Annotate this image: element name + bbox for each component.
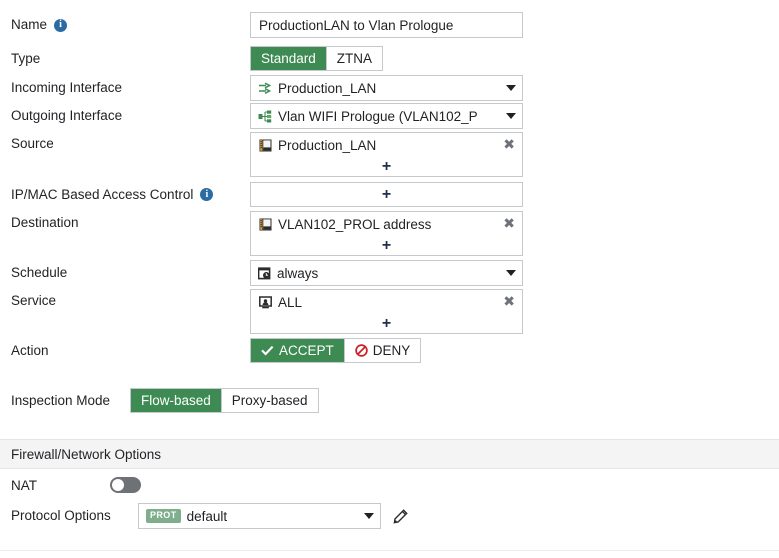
source-entry-name: Production_LAN (278, 138, 497, 153)
nat-label: NAT (0, 477, 110, 495)
destination-entry[interactable]: VLAN102_PROL address ✖ (251, 212, 522, 236)
row-destination: Destination (0, 211, 779, 256)
source-entry-remove-icon[interactable]: ✖ (503, 138, 515, 152)
ipmac-box: + (250, 182, 523, 207)
action-option-deny[interactable]: DENY (345, 339, 421, 362)
inspection-mode-option-flow-based[interactable]: Flow-based (131, 389, 222, 412)
pencil-icon[interactable] (393, 509, 408, 524)
row-action: Action ACCEPT (0, 338, 779, 363)
service-entry[interactable]: ALL ✖ (251, 290, 522, 314)
inspection-mode-label-text: Inspection Mode (11, 392, 110, 410)
ipmac-add-button[interactable]: + (251, 183, 522, 206)
source-label: Source (0, 132, 250, 156)
source-entry[interactable]: Production_LAN ✖ (251, 133, 522, 157)
service-entry-remove-icon[interactable]: ✖ (503, 295, 515, 309)
destination-entry-name: VLAN102_PROL address (278, 217, 497, 232)
row-protocol-options: Protocol Options PROT default (0, 503, 779, 529)
outgoing-interface-label-text: Outgoing Interface (11, 107, 122, 125)
schedule-dropdown[interactable]: always (250, 260, 523, 286)
row-incoming-interface: Incoming Interface Production_LAN (0, 75, 779, 101)
interface-arrows-icon (258, 82, 272, 95)
type-segmented-control[interactable]: Standard ZTNA (250, 46, 383, 71)
action-label: Action (0, 338, 250, 363)
row-service: Service ALL ✖ + (0, 289, 779, 334)
nat-label-text: NAT (11, 477, 37, 495)
type-option-ztna[interactable]: ZTNA (327, 47, 382, 70)
inspection-mode-option-proxy-based[interactable]: Proxy-based (222, 389, 318, 412)
service-label-text: Service (11, 292, 56, 310)
row-name: Name i ProductionLAN to Vlan Prologue (0, 12, 779, 38)
name-label: Name i (0, 12, 250, 38)
row-ipmac: IP/MAC Based Access Control i + (0, 182, 779, 207)
service-entry-name: ALL (278, 295, 497, 310)
info-icon[interactable]: i (200, 188, 213, 201)
action-option-accept[interactable]: ACCEPT (251, 339, 345, 362)
inspection-mode-segmented-control[interactable]: Flow-based Proxy-based (130, 388, 319, 413)
deny-circle-icon (355, 344, 368, 357)
info-icon[interactable]: i (54, 19, 67, 32)
row-outgoing-interface: Outgoing Interface Vlan WIFI Prologue (V… (0, 103, 779, 129)
schedule-value: always (277, 266, 502, 281)
protocol-options-value: default (187, 509, 360, 524)
action-label-text: Action (11, 342, 49, 360)
chevron-down-icon[interactable] (506, 270, 516, 276)
service-add-button[interactable]: + (251, 314, 522, 333)
type-label: Type (0, 46, 250, 71)
destination-entry-remove-icon[interactable]: ✖ (503, 217, 515, 231)
nat-toggle-knob (112, 479, 124, 491)
incoming-interface-value: Production_LAN (278, 81, 502, 96)
row-schedule: Schedule always (0, 260, 779, 286)
vlan-tree-icon (258, 110, 272, 123)
protocol-options-label: Protocol Options (0, 503, 138, 529)
name-input[interactable]: ProductionLAN to Vlan Prologue (250, 12, 523, 38)
action-option-deny-label: DENY (373, 343, 411, 358)
chevron-down-icon[interactable] (506, 113, 516, 119)
type-label-text: Type (11, 50, 40, 68)
subnet-address-icon (259, 218, 272, 231)
source-box: Production_LAN ✖ + (250, 132, 523, 177)
source-label-text: Source (11, 135, 54, 153)
action-option-accept-label: ACCEPT (279, 343, 334, 358)
nat-toggle[interactable] (110, 477, 141, 493)
destination-label-text: Destination (11, 214, 79, 232)
chevron-down-icon[interactable] (364, 513, 374, 519)
policy-edit-form: Name i ProductionLAN to Vlan Prologue Ty… (0, 0, 779, 558)
row-source: Source (0, 132, 779, 177)
bottom-divider (0, 550, 779, 551)
name-input-value: ProductionLAN to Vlan Prologue (259, 18, 453, 33)
inspection-mode-label: Inspection Mode (0, 388, 130, 413)
source-add-button[interactable]: + (251, 157, 522, 176)
destination-label: Destination (0, 211, 250, 235)
outgoing-interface-value: Vlan WIFI Prologue (VLAN102_P (278, 109, 502, 124)
prot-badge: PROT (146, 509, 181, 523)
outgoing-interface-label: Outgoing Interface (0, 103, 250, 129)
chevron-down-icon[interactable] (506, 85, 516, 91)
outgoing-interface-dropdown[interactable]: Vlan WIFI Prologue (VLAN102_P (250, 103, 523, 129)
protocol-options-dropdown[interactable]: PROT default (138, 503, 381, 529)
service-monitor-icon (259, 296, 272, 309)
ipmac-label: IP/MAC Based Access Control i (0, 182, 250, 207)
destination-add-button[interactable]: + (251, 236, 522, 255)
service-label: Service (0, 289, 250, 313)
ipmac-label-text: IP/MAC Based Access Control (11, 186, 193, 204)
service-box: ALL ✖ + (250, 289, 523, 334)
firewall-network-options-header: Firewall/Network Options (0, 439, 779, 469)
row-type: Type Standard ZTNA (0, 46, 779, 71)
subnet-address-icon (259, 139, 272, 152)
row-nat: NAT (0, 477, 779, 495)
schedule-label-text: Schedule (11, 264, 67, 282)
type-option-standard[interactable]: Standard (251, 47, 327, 70)
schedule-label: Schedule (0, 260, 250, 286)
name-label-text: Name (11, 16, 47, 34)
destination-box: VLAN102_PROL address ✖ + (250, 211, 523, 256)
action-segmented-control[interactable]: ACCEPT DENY (250, 338, 421, 363)
check-icon (261, 345, 274, 356)
row-inspection-mode: Inspection Mode Flow-based Proxy-based (0, 388, 779, 413)
incoming-interface-label-text: Incoming Interface (11, 79, 122, 97)
incoming-interface-label: Incoming Interface (0, 75, 250, 101)
schedule-clock-icon (258, 267, 271, 280)
firewall-network-options-title: Firewall/Network Options (11, 447, 161, 462)
protocol-options-label-text: Protocol Options (11, 507, 111, 525)
incoming-interface-dropdown[interactable]: Production_LAN (250, 75, 523, 101)
